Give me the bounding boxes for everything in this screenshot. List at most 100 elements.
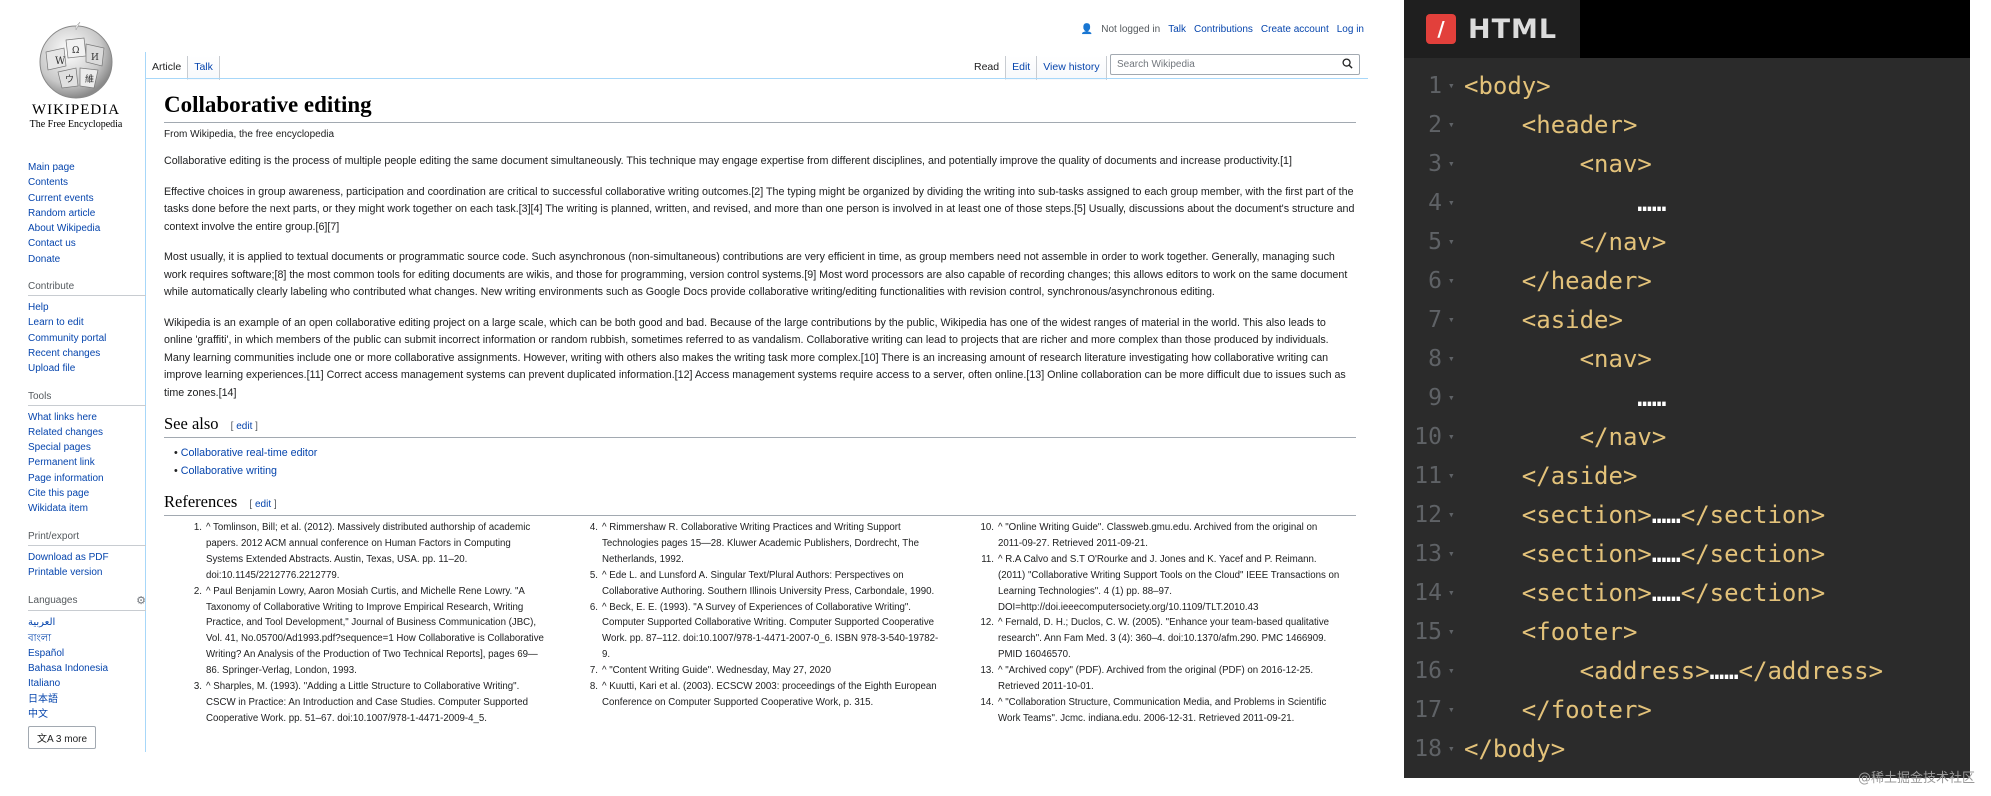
ellipsis: ……: [1637, 383, 1667, 412]
see-also-edit: [ edit ]: [230, 421, 258, 432]
sidebar-item-about[interactable]: About Wikipedia: [28, 221, 146, 236]
tab-talk[interactable]: Talk: [188, 56, 220, 80]
fold-chevron-icon[interactable]: ▾: [1442, 586, 1464, 599]
language-link-arabic[interactable]: العربية: [28, 615, 146, 630]
language-link-bengali[interactable]: বাংলা: [28, 631, 146, 646]
reference-number: 10.: [980, 522, 994, 533]
fold-chevron-icon[interactable]: ▾: [1442, 352, 1464, 365]
sidebar-item-cite-this-page[interactable]: Cite this page: [28, 486, 146, 501]
references-title: References: [164, 492, 238, 511]
fold-chevron-icon[interactable]: ▾: [1442, 274, 1464, 287]
tab-read[interactable]: Read: [968, 56, 1007, 80]
sidebar-item-upload-file[interactable]: Upload file: [28, 361, 146, 376]
sidebar-item-recent-changes[interactable]: Recent changes: [28, 346, 146, 361]
line-number: 7: [1428, 306, 1442, 333]
user-contributions-link[interactable]: Contributions: [1194, 24, 1253, 35]
html-file-tab[interactable]: / HTML: [1404, 0, 1580, 58]
gear-icon[interactable]: ⚙: [136, 594, 146, 607]
paragraph-2: Effective choices in group awareness, pa…: [164, 185, 1355, 233]
tab-article[interactable]: Article: [146, 56, 189, 80]
code-line: 18 ▾ </body>: [1404, 729, 1970, 768]
fold-chevron-icon[interactable]: ▾: [1442, 469, 1464, 482]
reference-text: ^ "Collaboration Structure, Communicatio…: [998, 696, 1327, 724]
fold-chevron-icon[interactable]: ▾: [1442, 664, 1464, 677]
search-input[interactable]: Search Wikipedia: [1110, 54, 1360, 75]
sidebar-item-current-events[interactable]: Current events: [28, 191, 146, 206]
reference-item: 2. ^ Paul Benjamin Lowry, Aaron Mosiah Cu…: [188, 584, 550, 679]
tab-edit[interactable]: Edit: [1006, 56, 1038, 80]
fold-chevron-icon[interactable]: ▾: [1442, 157, 1464, 170]
wikipedia-logo[interactable]: W Ω И ウ 維 WIKIPEDIA The Free Encyclopedi…: [14, 22, 138, 142]
fold-chevron-icon[interactable]: ▾: [1442, 118, 1464, 131]
code-text: <section>……</section>: [1464, 500, 1826, 529]
fold-chevron-icon[interactable]: ▾: [1442, 625, 1464, 638]
sidebar-item-random-article[interactable]: Random article: [28, 206, 146, 221]
ellipsis: ……: [1651, 578, 1681, 607]
page-title: Collaborative editing: [164, 92, 1356, 123]
code-text: <address>……</address>: [1464, 656, 1884, 685]
sidebar-item-donate[interactable]: Donate: [28, 252, 146, 267]
sidebar-item-contact[interactable]: Contact us: [28, 236, 146, 251]
sidebar-item-related-changes[interactable]: Related changes: [28, 425, 146, 440]
fold-chevron-icon[interactable]: ▾: [1442, 742, 1464, 755]
ellipsis: ……: [1651, 539, 1681, 568]
sidebar-item-printable-version[interactable]: Printable version: [28, 565, 146, 580]
sidebar-item-page-information[interactable]: Page information: [28, 471, 146, 486]
code-line: 14 ▾ <section>……</section>: [1404, 573, 1970, 612]
language-link-chinese[interactable]: 中文: [28, 707, 146, 722]
log-in-link[interactable]: Log in: [1337, 24, 1364, 35]
fold-chevron-icon[interactable]: ▾: [1442, 235, 1464, 248]
reference-number: 5.: [589, 569, 598, 581]
fold-chevron-icon[interactable]: ▾: [1442, 391, 1464, 404]
sidebar-item-special-pages[interactable]: Special pages: [28, 440, 146, 455]
sidebar-item-help[interactable]: Help: [28, 300, 146, 315]
language-link-italian[interactable]: Italiano: [28, 676, 146, 691]
language-link-japanese[interactable]: 日本語: [28, 692, 146, 707]
references-column-2: 4. ^ Rimmershaw R. Collaborative Writing …: [560, 520, 956, 727]
list-item[interactable]: Collaborative real-time editor: [174, 444, 1356, 462]
sidebar-item-main-page[interactable]: Main page: [28, 160, 146, 175]
code-line: 3 ▾ <nav>: [1404, 144, 1970, 183]
fold-chevron-icon[interactable]: ▾: [1442, 196, 1464, 209]
reference-item: 6. ^ Beck, E. E. (1993). "A Survey of Exp…: [584, 600, 946, 664]
create-account-link[interactable]: Create account: [1261, 24, 1329, 35]
svg-text:維: 維: [85, 73, 94, 85]
reference-item: 5. ^ Ede L. and Lunsford A. Singular Text…: [584, 568, 946, 600]
code-line: 5 ▾ </nav>: [1404, 222, 1970, 261]
tab-view-history[interactable]: View history: [1037, 56, 1107, 80]
fold-chevron-icon[interactable]: ▾: [1442, 508, 1464, 521]
sidebar-item-download-pdf[interactable]: Download as PDF: [28, 550, 146, 565]
reference-item: 12. ^ Fernald, D. H.; Duclos, C. W. (2005…: [980, 615, 1342, 663]
code-line: 4 ▾ ……: [1404, 183, 1970, 222]
reference-text: ^ R.A Calvo and S.T O'Rourke and J. Jone…: [998, 553, 1340, 613]
fold-chevron-icon[interactable]: ▾: [1442, 79, 1464, 92]
sidebar-item-contents[interactable]: Contents: [28, 175, 146, 190]
ellipsis: ……: [1709, 656, 1739, 685]
view-tabs: Read Edit View history: [968, 56, 1107, 80]
sidebar-item-learn-to-edit[interactable]: Learn to edit: [28, 315, 146, 330]
list-item[interactable]: Collaborative writing: [174, 462, 1356, 480]
fold-chevron-icon[interactable]: ▾: [1442, 430, 1464, 443]
sidebar-item-what-links-here[interactable]: What links here: [28, 410, 146, 425]
code-line: 15 ▾ <footer>: [1404, 612, 1970, 651]
user-talk-link[interactable]: Talk: [1168, 24, 1186, 35]
not-logged-in-text: Not logged in: [1101, 24, 1161, 35]
fold-chevron-icon[interactable]: ▾: [1442, 313, 1464, 326]
sidebar-item-community-portal[interactable]: Community portal: [28, 331, 146, 346]
references-edit-link[interactable]: edit: [255, 499, 271, 510]
reference-item: 3. ^ Sharples, M. (1993). "Adding a Littl…: [188, 679, 550, 727]
more-languages-label: 3 more: [55, 734, 88, 746]
reference-item: 13. ^ "Archived copy" (PDF). Archived fro…: [980, 663, 1342, 695]
more-languages-button[interactable]: 文A 3 more: [28, 726, 97, 750]
references-heading: References [ edit ]: [164, 492, 1356, 516]
language-link-spanish[interactable]: Español: [28, 646, 146, 661]
sidebar-item-permanent-link[interactable]: Permanent link: [28, 455, 146, 470]
fold-chevron-icon[interactable]: ▾: [1442, 547, 1464, 560]
fold-chevron-icon[interactable]: ▾: [1442, 703, 1464, 716]
line-number: 18: [1414, 735, 1442, 762]
sidebar-item-wikidata-item[interactable]: Wikidata item: [28, 501, 146, 516]
sidebar-print-export: Print/export Download as PDF Printable v…: [28, 531, 146, 581]
language-link-indonesian[interactable]: Bahasa Indonesia: [28, 661, 146, 676]
search-icon[interactable]: [1342, 57, 1353, 72]
see-also-edit-link[interactable]: edit: [236, 421, 252, 432]
